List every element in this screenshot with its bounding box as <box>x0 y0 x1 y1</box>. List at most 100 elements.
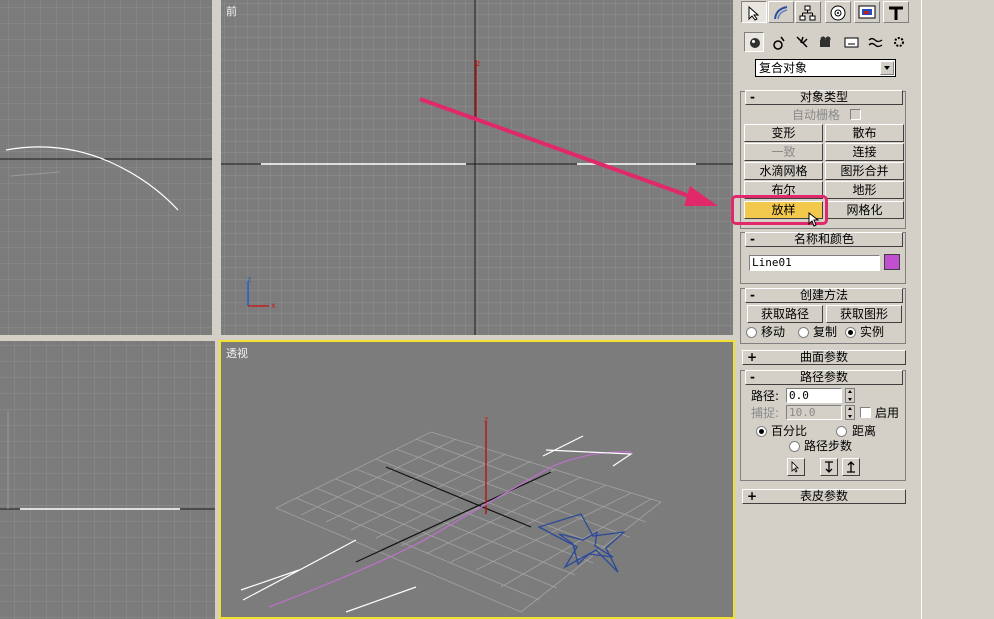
move-label: 移动 <box>761 325 786 339</box>
geometry-button[interactable] <box>744 32 764 52</box>
panel-empty-area <box>921 0 994 619</box>
skin-params-title: 表皮参数 <box>799 489 848 503</box>
motion-tab[interactable] <box>825 1 851 23</box>
geometry-icon <box>750 38 760 48</box>
create-tab[interactable] <box>741 1 767 23</box>
lights-button[interactable] <box>792 32 812 52</box>
snap-spinner[interactable] <box>845 405 855 420</box>
viewport-left[interactable] <box>0 341 215 619</box>
creation-method-header[interactable]: - 创建方法 <box>745 288 903 303</box>
object-name-field[interactable]: Line01 <box>749 255 880 271</box>
object-color-swatch[interactable] <box>884 254 900 270</box>
motion-tab-icon <box>830 5 846 21</box>
blobmesh-button[interactable]: 水滴网格 <box>744 162 823 180</box>
shapes-icon <box>773 36 785 50</box>
get-shape-button[interactable]: 获取图形 <box>826 305 902 323</box>
viewport-front[interactable]: z z x 前 <box>221 0 733 335</box>
autogrid-checkbox[interactable] <box>850 109 861 120</box>
viewport-front-label: 前 <box>226 5 237 18</box>
display-tab[interactable] <box>854 1 880 23</box>
expand-icon: + <box>747 489 758 503</box>
modify-tab-icon <box>774 6 788 20</box>
path-steps-radio[interactable] <box>789 441 800 452</box>
distance-label: 距离 <box>852 424 877 438</box>
pick-shape-icon <box>791 461 799 473</box>
collapse-icon: - <box>750 232 755 246</box>
display-tab-icon <box>858 5 876 19</box>
space-warps-button[interactable] <box>865 32 885 52</box>
autogrid-label: 自动栅格 <box>792 108 841 122</box>
move-radio[interactable] <box>746 327 757 338</box>
cameras-icon <box>820 36 831 47</box>
scatter-button[interactable]: 散布 <box>825 124 904 142</box>
conform-button[interactable]: 一致 <box>744 143 823 161</box>
svg-text:z: z <box>484 415 488 424</box>
percent-radio[interactable] <box>756 426 767 437</box>
collapse-icon: - <box>750 90 755 104</box>
lights-icon <box>796 36 808 48</box>
distance-radio[interactable] <box>836 426 847 437</box>
chevron-down-icon[interactable] <box>880 61 894 75</box>
shapemerge-button[interactable]: 图形合并 <box>825 162 904 180</box>
helpers-button[interactable] <box>841 32 861 52</box>
enable-checkbox[interactable] <box>860 407 871 418</box>
space-warps-icon <box>868 37 883 48</box>
viewport-perspective-label: 透视 <box>226 347 248 360</box>
path-label: 路径: <box>751 389 780 403</box>
object-type-header[interactable]: - 对象类型 <box>745 90 903 105</box>
copy-label: 复制 <box>813 325 838 339</box>
expand-icon: + <box>747 350 758 364</box>
category-dropdown-value: 复合对象 <box>759 61 808 75</box>
left-grid <box>0 341 215 619</box>
percent-label: 百分比 <box>771 424 808 438</box>
systems-button[interactable] <box>889 32 909 52</box>
name-color-title: 名称和颜色 <box>793 232 854 246</box>
path-params-title: 路径参数 <box>799 370 848 384</box>
shapes-button[interactable] <box>768 32 788 52</box>
viewport-top-left[interactable] <box>0 0 215 335</box>
snap-value-field[interactable]: 10.0 <box>786 405 842 420</box>
terrain-button[interactable]: 地形 <box>825 181 904 199</box>
object-type-title: 对象类型 <box>799 90 848 104</box>
svg-text:x: x <box>271 301 276 310</box>
hierarchy-tab[interactable] <box>795 1 821 23</box>
svg-text:z: z <box>476 59 480 68</box>
collapse-icon: - <box>750 288 755 302</box>
path-value-field[interactable]: 0.0 <box>786 388 842 403</box>
viewport-perspective[interactable]: z 透视 <box>219 340 735 619</box>
copy-radio[interactable] <box>798 327 809 338</box>
cameras-button[interactable] <box>816 32 836 52</box>
modify-tab[interactable] <box>768 1 794 23</box>
snap-label: 捕捉: <box>751 406 780 420</box>
perspective-grid: z <box>240 415 662 613</box>
front-grid: z z x <box>221 0 733 335</box>
skin-params-header[interactable]: + 表皮参数 <box>742 489 906 504</box>
prev-shape-button[interactable] <box>820 458 838 476</box>
instance-label: 实例 <box>860 325 885 339</box>
morph-button[interactable]: 变形 <box>744 124 823 142</box>
connect-button[interactable]: 连接 <box>825 143 904 161</box>
pick-shape-button[interactable] <box>787 458 805 476</box>
path-spinner[interactable] <box>845 388 855 403</box>
utilities-tab-icon <box>889 6 903 20</box>
utilities-tab[interactable] <box>883 1 909 23</box>
mesher-button[interactable]: 网格化 <box>825 201 904 219</box>
helpers-icon <box>844 37 859 48</box>
surface-params-header[interactable]: + 曲面参数 <box>742 350 906 365</box>
create-tab-icon <box>748 5 760 21</box>
next-shape-button[interactable] <box>842 458 860 476</box>
collapse-icon: - <box>750 370 755 384</box>
get-path-button[interactable]: 获取路径 <box>747 305 823 323</box>
prev-shape-icon <box>825 461 833 473</box>
name-color-header[interactable]: - 名称和颜色 <box>745 232 903 247</box>
creation-method-title: 创建方法 <box>799 288 848 302</box>
hierarchy-tab-icon <box>799 5 816 21</box>
instance-radio[interactable] <box>845 327 856 338</box>
systems-icon <box>894 37 904 47</box>
enable-label: 启用 <box>875 406 900 420</box>
next-shape-icon <box>847 461 855 473</box>
svg-text:z: z <box>247 275 251 284</box>
surface-params-title: 曲面参数 <box>799 350 848 364</box>
category-dropdown[interactable]: 复合对象 <box>755 59 896 77</box>
path-params-header[interactable]: - 路径参数 <box>745 370 903 385</box>
